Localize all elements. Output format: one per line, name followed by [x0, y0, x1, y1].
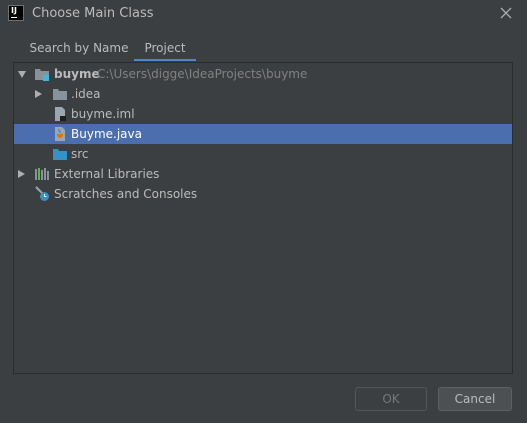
- scratches-icon: [34, 186, 50, 202]
- cancel-button[interactable]: Cancel: [438, 387, 512, 411]
- java-class-icon: [52, 126, 68, 142]
- tree-item-label: src: [71, 147, 89, 161]
- tab-project[interactable]: Project: [134, 37, 196, 61]
- tree-row-idea[interactable]: .idea: [14, 84, 512, 104]
- tree-row-buyme-java[interactable]: Buyme.java: [14, 124, 512, 144]
- iml-file-icon: [52, 106, 68, 122]
- root-name: buyme: [54, 67, 100, 81]
- tree-row-iml[interactable]: buyme.iml: [14, 104, 512, 124]
- expand-arrow-icon[interactable]: [18, 71, 26, 78]
- title-bar: IJ Choose Main Class: [0, 0, 527, 28]
- tree-item-label: .idea: [71, 87, 101, 101]
- close-button[interactable]: [499, 6, 513, 20]
- tree-row-src[interactable]: src: [14, 144, 512, 164]
- tree-item-label: Buyme.java: [71, 127, 142, 141]
- expand-arrow-icon[interactable]: [18, 170, 25, 178]
- source-folder-icon: [52, 146, 68, 162]
- dialog-title: Choose Main Class: [32, 6, 154, 21]
- expand-arrow-icon[interactable]: [35, 90, 42, 98]
- tree-item-label: External Libraries: [54, 167, 160, 181]
- tree-item-label: Scratches and Consoles: [54, 187, 198, 201]
- libraries-icon: [34, 166, 50, 182]
- intellij-logo-icon: IJ: [8, 5, 24, 21]
- root-path: C:\Users\digge\IdeaProjects\buyme: [97, 67, 308, 81]
- tree-row-external-libraries[interactable]: External Libraries: [14, 164, 512, 184]
- ok-button[interactable]: OK: [355, 387, 427, 411]
- project-tree[interactable]: buyme C:\Users\digge\IdeaProjects\buyme …: [13, 62, 513, 374]
- close-icon: [500, 7, 512, 19]
- tree-row-scratches[interactable]: Scratches and Consoles: [14, 184, 512, 204]
- folder-icon: [52, 86, 68, 102]
- tree-row-root[interactable]: buyme C:\Users\digge\IdeaProjects\buyme: [14, 64, 512, 84]
- module-folder-icon: [34, 66, 50, 82]
- tab-search-by-name[interactable]: Search by Name: [28, 37, 130, 59]
- tree-item-label: buyme.iml: [71, 107, 135, 121]
